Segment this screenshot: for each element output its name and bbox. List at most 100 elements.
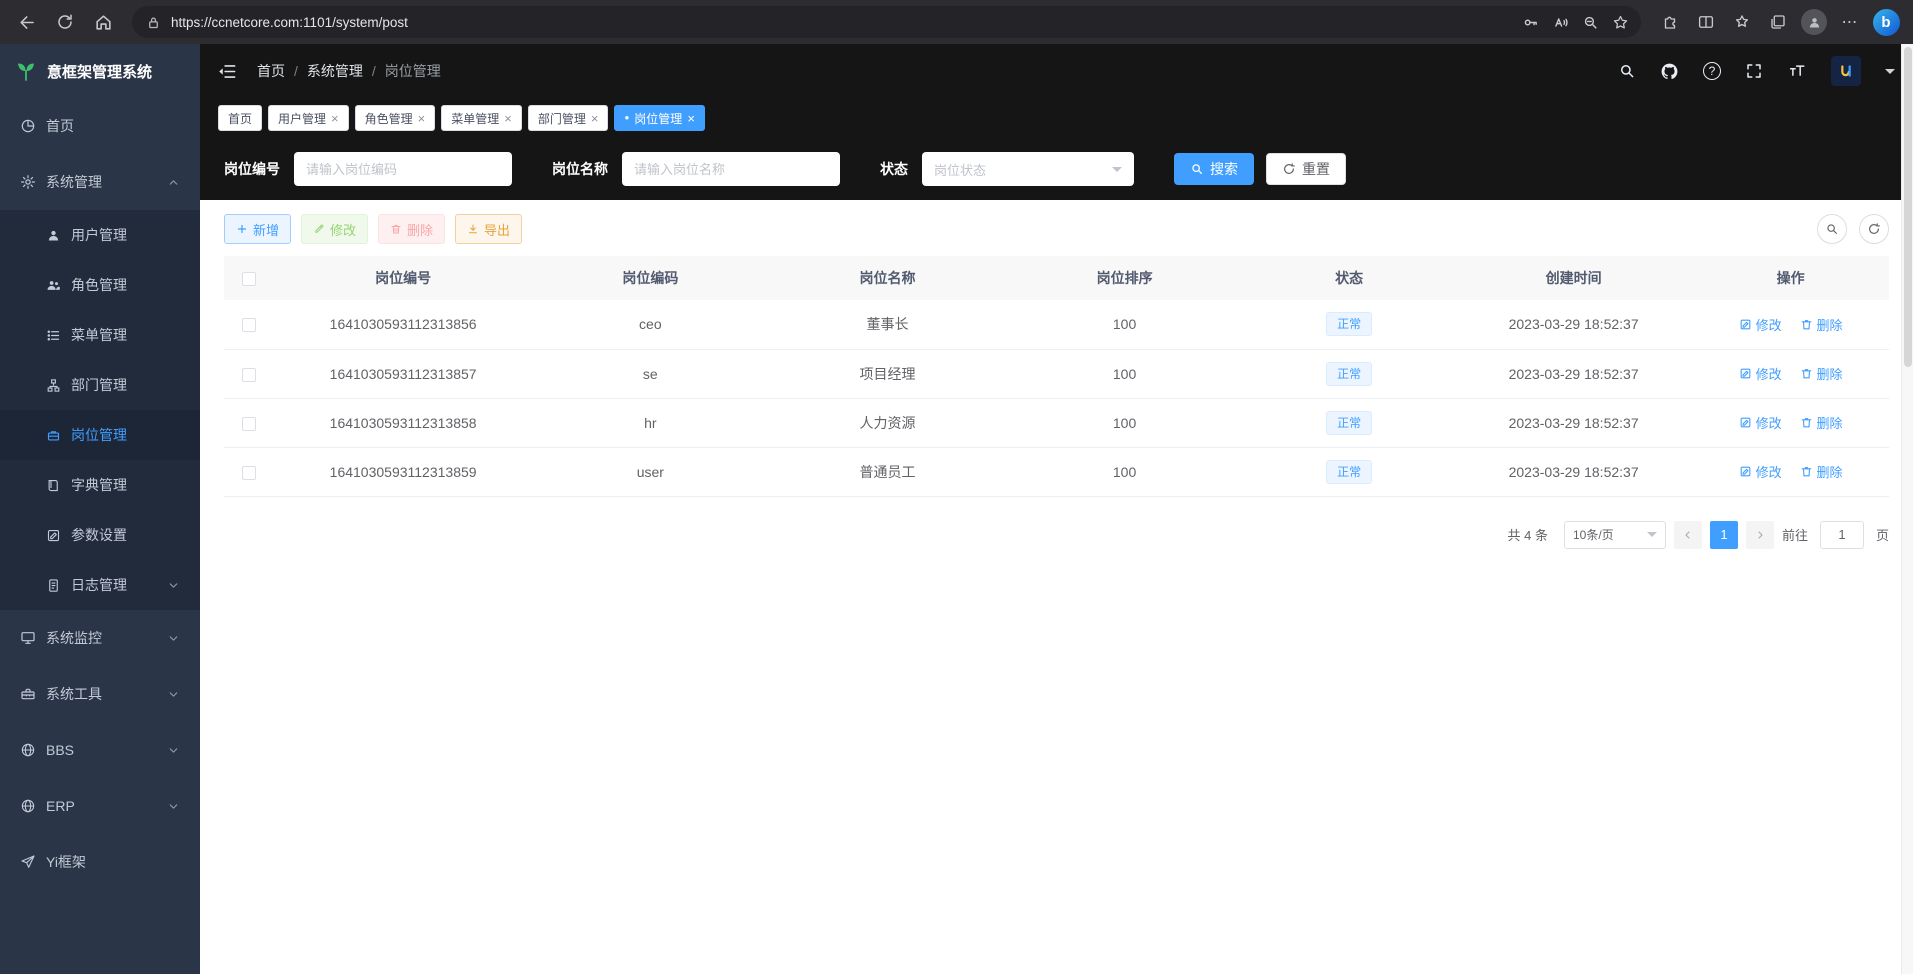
sidebar-item-dict-management[interactable]: 字典管理 xyxy=(0,460,200,510)
post-code-input[interactable] xyxy=(294,152,512,186)
sidebar-item-erp[interactable]: ERP xyxy=(0,778,200,834)
row-delete-link[interactable]: 删除 xyxy=(1800,462,1843,481)
sidebar-item-param-settings[interactable]: 参数设置 xyxy=(0,510,200,560)
row-checkbox[interactable] xyxy=(242,318,256,332)
zoom-out-icon[interactable] xyxy=(1575,8,1605,36)
cell-post-code: se xyxy=(532,349,769,398)
document-icon xyxy=(46,578,61,593)
row-edit-link[interactable]: 修改 xyxy=(1739,462,1782,481)
prev-page-button[interactable] xyxy=(1674,521,1702,549)
sidebar-item-user-management[interactable]: 用户管理 xyxy=(0,210,200,260)
home-button[interactable] xyxy=(86,5,120,39)
scrollbar[interactable] xyxy=(1901,44,1913,974)
collapse-sidebar-icon[interactable] xyxy=(218,62,237,81)
sidebar-item-menu-management[interactable]: 菜单管理 xyxy=(0,310,200,360)
sidebar-item-system-management[interactable]: 系统管理 xyxy=(0,154,200,210)
edit-button[interactable]: 修改 xyxy=(301,214,368,244)
cell-post-name: 项目经理 xyxy=(769,349,1006,398)
row-edit-link[interactable]: 修改 xyxy=(1739,315,1782,334)
profile-avatar[interactable] xyxy=(1797,5,1831,39)
tab-user-management[interactable]: 用户管理 × xyxy=(268,105,349,131)
site-info-icon[interactable] xyxy=(146,15,161,30)
text-size-icon[interactable] xyxy=(1787,62,1807,80)
sidebar-item-role-management[interactable]: 角色管理 xyxy=(0,260,200,310)
close-icon[interactable]: × xyxy=(687,112,695,125)
chevron-down-icon[interactable] xyxy=(1885,69,1895,79)
delete-button[interactable]: 删除 xyxy=(378,214,445,244)
row-delete-link[interactable]: 删除 xyxy=(1800,364,1843,383)
sidebar-item-system-tools[interactable]: 系统工具 xyxy=(0,666,200,722)
search-button[interactable]: 搜索 xyxy=(1174,153,1254,185)
collections-icon[interactable] xyxy=(1761,5,1795,39)
help-icon[interactable]: ? xyxy=(1703,62,1721,80)
fullscreen-icon[interactable] xyxy=(1745,62,1763,80)
github-icon[interactable] xyxy=(1660,62,1679,81)
close-icon[interactable]: × xyxy=(418,112,426,125)
export-button[interactable]: 导出 xyxy=(455,214,522,244)
globe-icon xyxy=(20,798,36,814)
row-delete-link[interactable]: 删除 xyxy=(1800,413,1843,432)
search-icon[interactable] xyxy=(1618,62,1636,80)
tab-dept-management[interactable]: 部门管理 × xyxy=(528,105,609,131)
tab-role-management[interactable]: 角色管理 × xyxy=(355,105,436,131)
breadcrumb-system[interactable]: 系统管理 xyxy=(307,61,363,81)
close-icon[interactable]: × xyxy=(504,112,512,125)
address-bar[interactable]: https://ccnetcore.com:1101/system/post xyxy=(132,6,1641,38)
user-avatar[interactable] xyxy=(1831,56,1861,86)
sidebar-item-label: ERP xyxy=(46,798,75,814)
back-button[interactable] xyxy=(10,5,44,39)
add-favorite-star-icon[interactable] xyxy=(1605,8,1635,36)
row-checkbox[interactable] xyxy=(242,466,256,480)
status-select[interactable]: 岗位状态 xyxy=(922,152,1134,186)
next-page-button[interactable] xyxy=(1746,521,1774,549)
tab-post-management[interactable]: ● 岗位管理 × xyxy=(614,105,704,131)
cell-created: 2023-03-29 18:52:37 xyxy=(1455,398,1692,447)
page-size-select[interactable]: 10条/页 xyxy=(1564,521,1666,549)
bing-button[interactable]: b xyxy=(1869,5,1903,39)
tab-home[interactable]: 首页 xyxy=(218,105,262,131)
search-form: 岗位编号 岗位名称 状态 岗位状态 搜索 重置 xyxy=(200,138,1913,200)
breadcrumb-home[interactable]: 首页 xyxy=(257,61,285,81)
cell-created: 2023-03-29 18:52:37 xyxy=(1455,300,1692,349)
status-label: 状态 xyxy=(880,159,908,179)
row-edit-link[interactable]: 修改 xyxy=(1739,364,1782,383)
read-aloud-icon[interactable] xyxy=(1545,8,1575,36)
add-button[interactable]: 新增 xyxy=(224,214,291,244)
paper-plane-icon xyxy=(20,854,36,870)
goto-page-input[interactable] xyxy=(1820,521,1864,549)
row-checkbox[interactable] xyxy=(242,417,256,431)
refresh-table-icon[interactable] xyxy=(1859,214,1889,244)
close-icon[interactable]: × xyxy=(331,112,339,125)
sidebar-item-dept-management[interactable]: 部门管理 xyxy=(0,360,200,410)
row-checkbox[interactable] xyxy=(242,368,256,382)
extensions-icon[interactable] xyxy=(1653,5,1687,39)
select-all-checkbox[interactable] xyxy=(242,272,256,286)
close-icon[interactable]: × xyxy=(591,112,599,125)
globe-icon xyxy=(20,742,36,758)
cell-post-name: 董事长 xyxy=(769,300,1006,349)
password-key-icon[interactable] xyxy=(1515,8,1545,36)
refresh-button[interactable] xyxy=(48,5,82,39)
row-delete-link[interactable]: 删除 xyxy=(1800,315,1843,334)
sidebar-item-system-monitor[interactable]: 系统监控 xyxy=(0,610,200,666)
browser-more-menu[interactable]: ⋯ xyxy=(1833,5,1867,39)
chevron-down-icon xyxy=(167,688,180,701)
pagination: 共 4 条 10条/页 1 前往 页 xyxy=(224,521,1889,549)
chevron-down-icon xyxy=(1112,167,1122,177)
reset-button[interactable]: 重置 xyxy=(1266,153,1346,185)
favorites-icon[interactable] xyxy=(1725,5,1759,39)
split-screen-icon[interactable] xyxy=(1689,5,1723,39)
gear-icon xyxy=(20,174,36,190)
sidebar-item-bbs[interactable]: BBS xyxy=(0,722,200,778)
sidebar-item-post-management[interactable]: 岗位管理 xyxy=(0,410,200,460)
sidebar-item-home[interactable]: 首页 xyxy=(0,98,200,154)
toggle-search-icon[interactable] xyxy=(1817,214,1847,244)
sidebar-item-yi-framework[interactable]: Yi框架 xyxy=(0,834,200,890)
tab-menu-management[interactable]: 菜单管理 × xyxy=(441,105,522,131)
scrollbar-thumb[interactable] xyxy=(1904,47,1912,367)
chevron-down-icon xyxy=(1647,532,1657,542)
row-edit-link[interactable]: 修改 xyxy=(1739,413,1782,432)
post-name-input[interactable] xyxy=(622,152,840,186)
sidebar-item-log-management[interactable]: 日志管理 xyxy=(0,560,200,610)
page-number-1[interactable]: 1 xyxy=(1710,521,1738,549)
